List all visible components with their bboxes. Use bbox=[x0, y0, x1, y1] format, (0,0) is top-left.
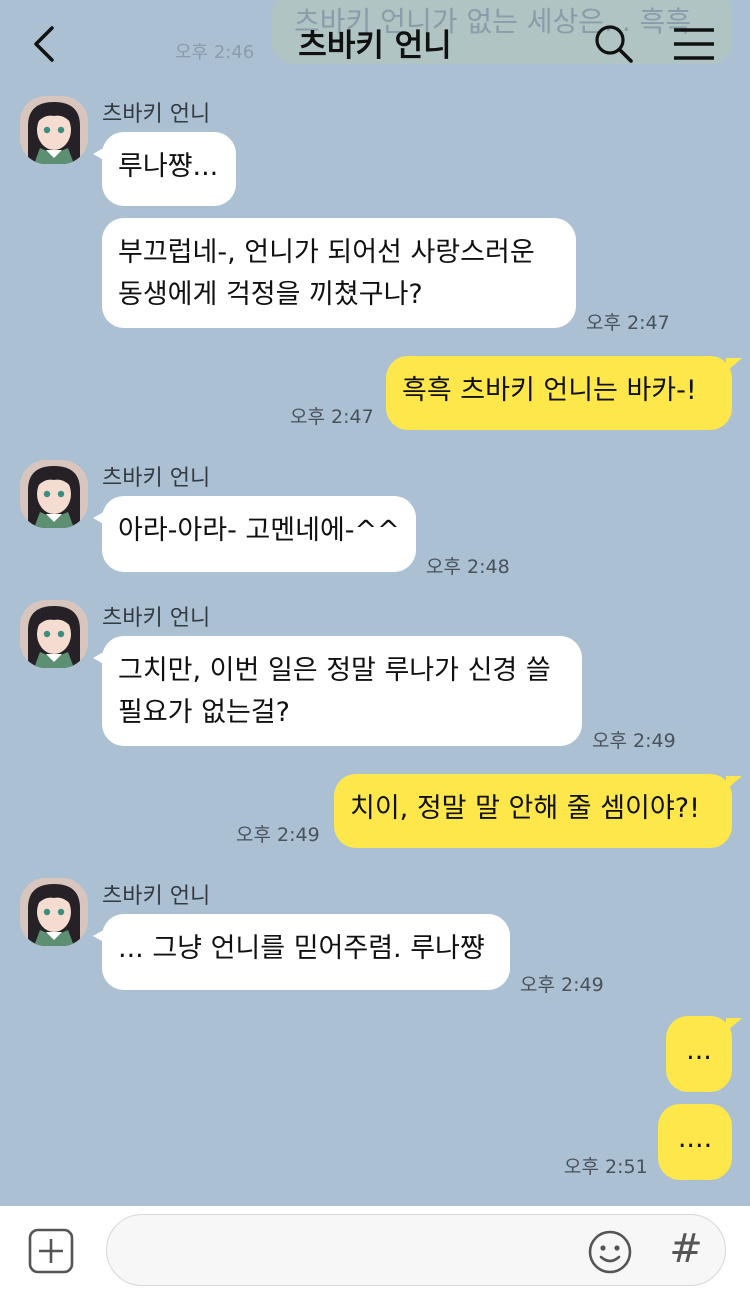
message-text: 흑흑 츠바키 언니는 바카-! bbox=[402, 375, 697, 406]
chat-header: 츠바키 언니가 없는 세상은... 흑흑 오후 2:46 츠바키 언니 bbox=[0, 0, 750, 88]
sender-name: 츠바키 언니 bbox=[102, 884, 211, 909]
avatar[interactable] bbox=[20, 96, 88, 164]
chat-title: 츠바키 언니 bbox=[298, 28, 452, 64]
character-avatar-icon bbox=[20, 600, 88, 668]
message-text: 치이, 정말 말 안해 줄 셈이야?! bbox=[350, 793, 700, 824]
message-text: 루나쨩... bbox=[118, 151, 219, 182]
message-bubble[interactable]: ... 그냥 언니를 믿어주렴. 루나쨩 bbox=[93, 914, 510, 990]
plus-square-icon bbox=[28, 1228, 74, 1274]
my-message-bubble[interactable]: ... bbox=[666, 1016, 742, 1092]
message-time: 오후 2:48 bbox=[426, 556, 510, 578]
smiley-icon bbox=[588, 1230, 632, 1274]
add-attachment-button[interactable] bbox=[28, 1228, 74, 1274]
message-time: 오후 2:49 bbox=[520, 974, 604, 996]
message-text-line: 부끄럽네-, 언니가 되어선 사랑스러운 bbox=[118, 237, 535, 268]
message-text: 아라-아라- 고멘네에-^^ bbox=[118, 515, 400, 546]
message-bubble[interactable]: 아라-아라- 고멘네에-^^ bbox=[93, 496, 416, 572]
character-avatar-icon bbox=[20, 460, 88, 528]
message-text-line: 그치만, 이번 일은 정말 루나가 신경 쓸 bbox=[118, 655, 551, 686]
sender-name: 츠바키 언니 bbox=[102, 102, 211, 127]
avatar[interactable] bbox=[20, 460, 88, 528]
my-message-bubble[interactable]: 치이, 정말 말 안해 줄 셈이야?! bbox=[334, 774, 742, 848]
avatar[interactable] bbox=[20, 600, 88, 668]
message-text: ... bbox=[686, 1035, 712, 1066]
emoji-button[interactable] bbox=[586, 1228, 634, 1276]
message-text: ... 그냥 언니를 믿어주렴. 루나쨩 bbox=[118, 933, 485, 964]
message-time: 오후 2:47 bbox=[586, 312, 670, 334]
search-icon bbox=[595, 25, 633, 63]
hamburger-menu-icon bbox=[674, 28, 714, 60]
message-bubble[interactable]: 부끄럽네-, 언니가 되어선 사랑스러운 동생에게 걱정을 끼쳤구나? bbox=[102, 218, 576, 328]
sender-name: 츠바키 언니 bbox=[102, 606, 211, 631]
hashtag-search-button[interactable]: # bbox=[664, 1224, 708, 1274]
search-button[interactable] bbox=[592, 22, 636, 66]
message-bubble[interactable]: 루나쨩... bbox=[93, 132, 236, 206]
hash-icon: # bbox=[669, 1226, 703, 1272]
character-avatar-icon bbox=[20, 96, 88, 164]
character-avatar-icon bbox=[20, 878, 88, 946]
message-time: 오후 2:49 bbox=[236, 824, 320, 846]
message-text-line: 동생에게 걱정을 끼쳤구나? bbox=[118, 279, 423, 310]
message-time: 오후 2:49 bbox=[592, 730, 676, 752]
message-input-bar: # bbox=[0, 1206, 750, 1294]
message-time: 오후 2:47 bbox=[290, 406, 374, 428]
menu-button[interactable] bbox=[672, 24, 716, 64]
my-message-bubble[interactable]: .... bbox=[658, 1104, 732, 1180]
my-message-bubble[interactable]: 흑흑 츠바키 언니는 바카-! bbox=[386, 356, 742, 430]
message-text-line: 필요가 없는걸? bbox=[118, 697, 290, 728]
message-time: 오후 2:51 bbox=[564, 1156, 648, 1178]
sender-name: 츠바키 언니 bbox=[102, 466, 211, 491]
message-text: .... bbox=[677, 1123, 713, 1154]
avatar[interactable] bbox=[20, 878, 88, 946]
message-bubble[interactable]: 그치만, 이번 일은 정말 루나가 신경 쓸 필요가 없는걸? bbox=[93, 636, 582, 746]
